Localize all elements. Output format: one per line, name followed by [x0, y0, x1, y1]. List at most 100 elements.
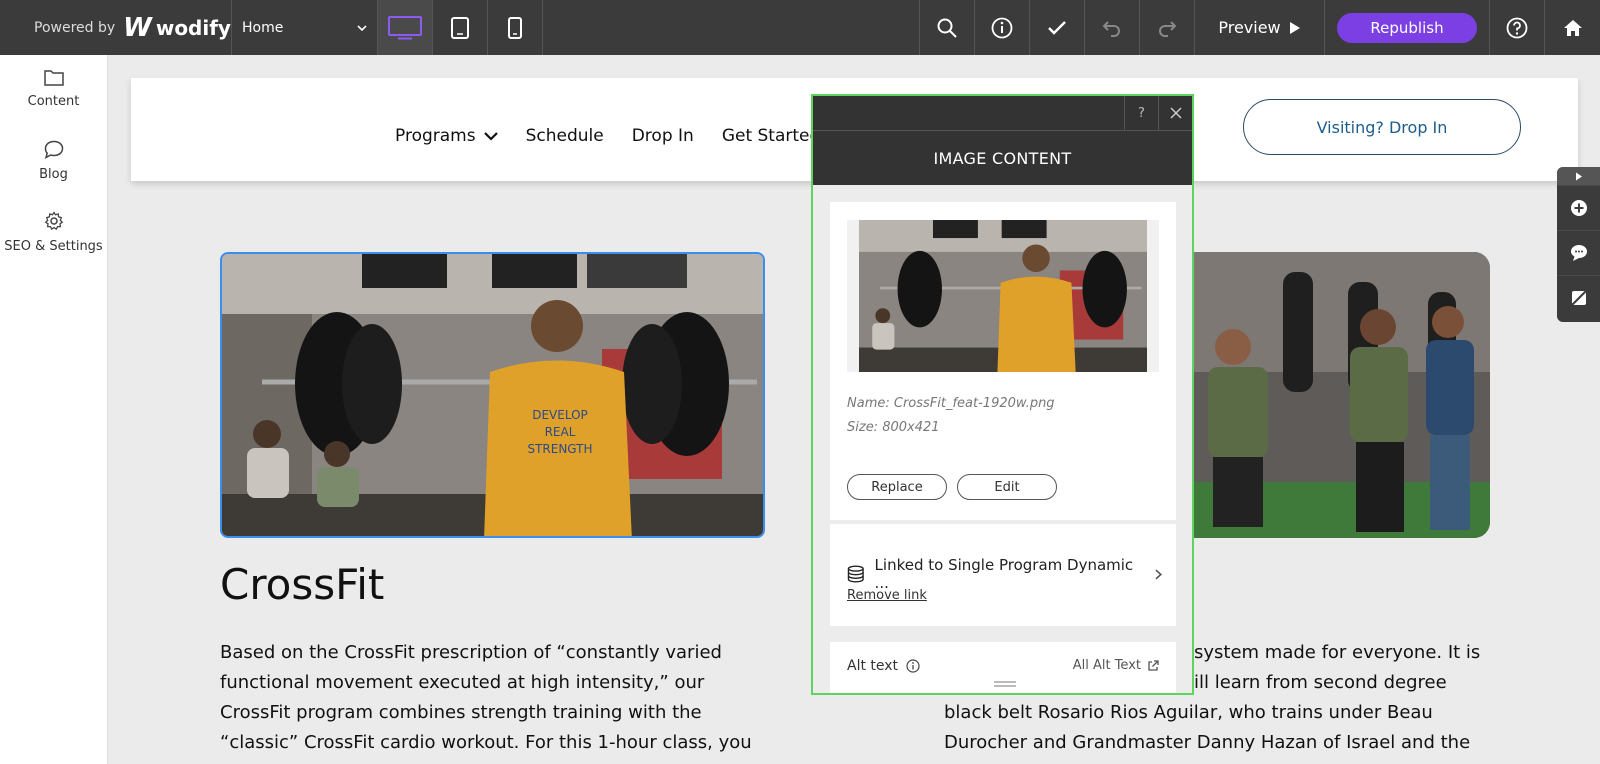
check-button[interactable] — [1030, 0, 1085, 55]
image-name: Name: CrossFit_feat-1920w.png — [847, 396, 1055, 411]
image-size: Size: 800x421 — [847, 420, 940, 435]
hidden-icon — [1569, 289, 1588, 307]
republish-wrap: Republish — [1325, 0, 1490, 55]
martial-arts-gym-photo — [1178, 252, 1490, 538]
help-icon — [1506, 17, 1528, 38]
panel-drag-bar[interactable]: ? — [813, 96, 1192, 130]
hide-elements-button[interactable] — [1557, 275, 1600, 320]
image-content-panel: ? IMAGE CONTENT Name: CrossFit_feat-1920… — [811, 94, 1194, 695]
linked-dynamic-content[interactable]: Linked to Single Program Dynamic ... — [847, 556, 1163, 592]
undo-button[interactable] — [1085, 0, 1140, 55]
paragraph-line: Durocher and Grandmaster Danny Hazan of … — [944, 732, 1471, 753]
edit-button[interactable]: Edit — [957, 474, 1057, 500]
checkmark-icon — [1048, 20, 1066, 35]
nav-item-drop-in[interactable]: Drop In — [632, 126, 694, 146]
panel-resize-grip[interactable] — [994, 681, 1016, 687]
panel-close-button[interactable] — [1158, 96, 1192, 130]
powered-by-text: Powered by — [34, 19, 116, 36]
image-meta: Name: CrossFit_feat-1920w.png Size: 800x… — [847, 392, 1055, 440]
sidebar-item-label: Blog — [39, 167, 68, 182]
external-link-icon — [1148, 659, 1159, 671]
close-icon — [1169, 107, 1182, 119]
linked-label: Linked to Single Program Dynamic ... — [874, 556, 1134, 592]
martial-arts-image[interactable] — [1178, 252, 1490, 538]
section-paragraph-left: Based on the CrossFit prescription of “c… — [220, 642, 752, 753]
all-alt-text-link[interactable]: All Alt Text — [1073, 658, 1159, 673]
section-title: CrossFit — [220, 560, 385, 609]
nav-label: Programs — [395, 126, 476, 146]
gear-icon — [44, 211, 63, 231]
remove-link-button[interactable]: Remove link — [847, 588, 927, 603]
preview-label: Preview — [1218, 18, 1281, 37]
info-button[interactable] — [975, 0, 1030, 55]
thumbnail-photo — [859, 220, 1147, 372]
info-icon[interactable] — [906, 659, 920, 673]
comments-button[interactable] — [1557, 230, 1600, 275]
image-thumbnail[interactable] — [847, 220, 1159, 372]
home-icon — [1563, 19, 1582, 36]
page-select[interactable]: Home — [232, 0, 378, 55]
sidebar-item-content[interactable]: Content — [0, 55, 107, 126]
redo-icon — [1159, 20, 1177, 37]
play-icon — [1289, 21, 1300, 34]
right-floating-toolbar — [1557, 167, 1600, 322]
brand-name: wodify — [155, 15, 231, 40]
page-select-value: Home — [242, 19, 284, 36]
mobile-icon — [508, 16, 522, 39]
nav-item-schedule[interactable]: Schedule — [526, 126, 604, 146]
chat-bubble-icon — [44, 140, 63, 159]
panel-help-button[interactable]: ? — [1124, 96, 1158, 130]
left-sidebar: Content Blog SEO & Settings — [0, 55, 108, 764]
play-icon — [1575, 172, 1582, 180]
image-details-card: Name: CrossFit_feat-1920w.png Size: 800x… — [830, 202, 1176, 520]
comment-icon — [1570, 245, 1587, 261]
brand-logo: Powered by W wodify — [0, 0, 232, 55]
search-icon — [937, 18, 957, 38]
alt-text-card: Alt text All Alt Text — [830, 642, 1176, 693]
chevron-right-icon — [1155, 569, 1163, 579]
undo-icon — [1102, 20, 1120, 37]
visiting-drop-in-button[interactable]: Visiting? Drop In — [1243, 99, 1521, 155]
alt-text-label-text: Alt text — [847, 658, 899, 674]
home-button[interactable] — [1545, 0, 1600, 55]
redo-button[interactable] — [1140, 0, 1195, 55]
chevron-down-icon — [483, 131, 498, 141]
dynamic-link-card: Linked to Single Program Dynamic ... Rem… — [830, 524, 1176, 626]
desktop-icon — [388, 15, 422, 39]
crossfit-gym-photo: DEVELOP REAL STRENGTH — [222, 254, 763, 536]
sidebar-item-label: Content — [27, 94, 80, 109]
add-circle-icon — [1570, 200, 1587, 216]
sidebar-item-seo-settings[interactable]: SEO & Settings — [0, 197, 107, 268]
help-button[interactable] — [1490, 0, 1545, 55]
site-nav: Programs Schedule Drop In Get Started — [395, 126, 820, 146]
sidebar-item-blog[interactable]: Blog — [0, 126, 107, 197]
alt-text-label: Alt text — [847, 658, 920, 674]
mobile-view-button[interactable] — [488, 0, 543, 55]
wodify-logo-icon: W — [123, 12, 152, 43]
collapse-toolbar-button[interactable] — [1557, 167, 1600, 185]
paragraph-line: black belt Rosario Rios Aguilar, who tra… — [944, 702, 1433, 723]
top-toolbar: Powered by W wodify Home Preview Republi… — [0, 0, 1600, 55]
replace-button[interactable]: Replace — [847, 474, 947, 500]
svg-text:DEVELOP: DEVELOP — [532, 408, 588, 422]
chevron-down-icon — [357, 24, 367, 31]
info-icon — [991, 17, 1013, 38]
desktop-view-button[interactable] — [378, 0, 433, 55]
tablet-view-button[interactable] — [433, 0, 488, 55]
all-alt-text-label: All Alt Text — [1072, 658, 1141, 673]
republish-button[interactable]: Republish — [1337, 12, 1477, 43]
tablet-icon — [451, 16, 469, 39]
database-icon — [847, 565, 864, 583]
sidebar-item-label: SEO & Settings — [4, 239, 103, 254]
add-element-button[interactable] — [1557, 185, 1600, 230]
svg-text:STRENGTH: STRENGTH — [527, 442, 592, 456]
panel-title: IMAGE CONTENT — [813, 130, 1192, 185]
svg-text:REAL: REAL — [545, 425, 576, 439]
crossfit-image-selected[interactable]: DEVELOP REAL STRENGTH — [220, 252, 765, 538]
folder-icon — [43, 70, 64, 86]
toolbar-spacer — [543, 0, 920, 55]
nav-item-programs[interactable]: Programs — [395, 126, 498, 146]
search-button[interactable] — [920, 0, 975, 55]
nav-item-get-started[interactable]: Get Started — [722, 126, 820, 146]
preview-button[interactable]: Preview — [1195, 0, 1325, 55]
